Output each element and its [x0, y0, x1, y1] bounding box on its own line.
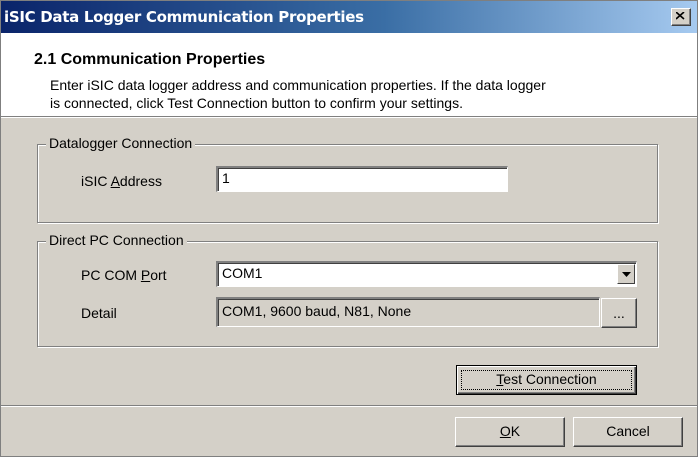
isic-address-input[interactable]: 1	[216, 166, 508, 192]
ok-button[interactable]: OK	[455, 417, 565, 447]
close-button[interactable]	[671, 8, 691, 26]
close-icon	[676, 12, 685, 20]
pc-com-port-label: PC COM Port	[81, 267, 167, 283]
detail-field: COM1, 9600 baud, N81, None	[216, 297, 600, 327]
pc-com-port-dropdown-button[interactable]	[617, 264, 635, 284]
header-panel: 2.1 Communication Properties Enter iSIC …	[1, 33, 697, 117]
chevron-down-icon	[622, 272, 631, 277]
title-bar[interactable]: iSIC Data Logger Communication Propertie…	[1, 1, 697, 33]
pc-com-port-select[interactable]: COM1	[216, 261, 637, 287]
test-connection-button[interactable]: Test Connection	[456, 365, 637, 395]
direct-pc-connection-group: Direct PC Connection	[37, 232, 658, 347]
pc-com-port-value: COM1	[222, 265, 263, 281]
datalogger-connection-label: Datalogger Connection	[46, 135, 196, 151]
detail-browse-button[interactable]: ...	[601, 298, 637, 328]
cancel-button[interactable]: Cancel	[573, 417, 683, 447]
window-title: iSIC Data Logger Communication Propertie…	[4, 8, 364, 26]
isic-address-label: iSIC Address	[81, 173, 162, 189]
page-title: 2.1 Communication Properties	[34, 51, 266, 68]
detail-label: Detail	[81, 305, 117, 321]
description-line-1: Enter iSIC data logger address and commu…	[50, 77, 546, 93]
page-description: Enter iSIC data logger address and commu…	[50, 76, 650, 112]
footer-separator-highlight	[1, 406, 697, 407]
description-line-2: is connected, click Test Connection butt…	[50, 95, 463, 111]
dialog-window: iSIC Data Logger Communication Propertie…	[0, 0, 698, 457]
direct-pc-connection-label: Direct PC Connection	[46, 232, 187, 248]
header-separator	[1, 117, 697, 118]
